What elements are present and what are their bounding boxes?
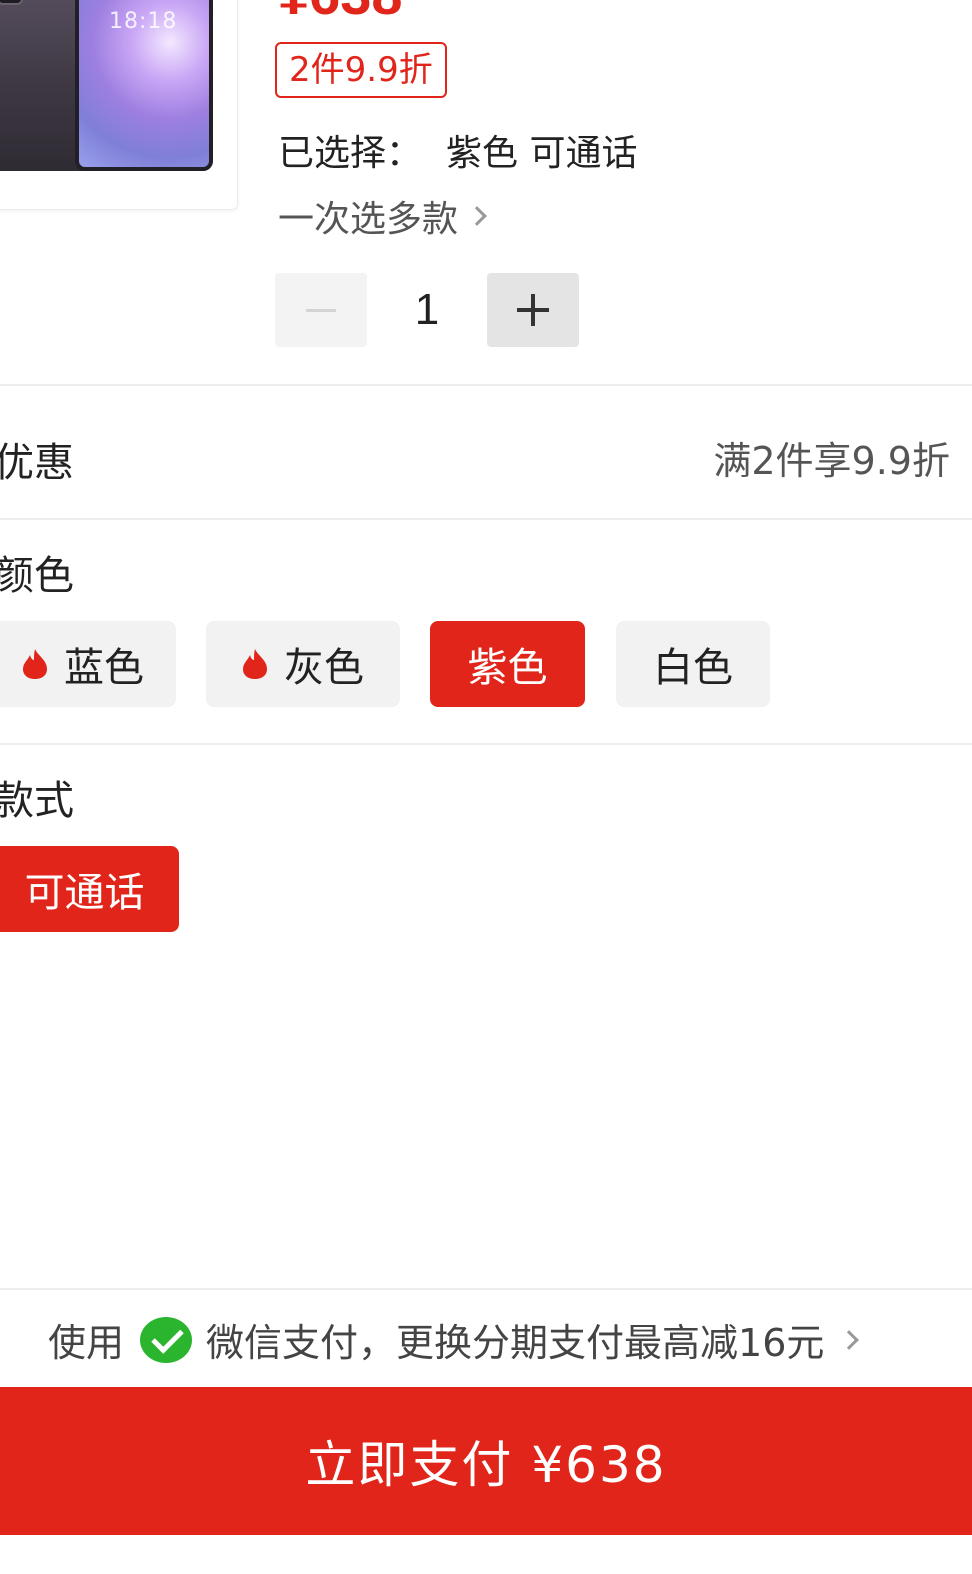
selected-value: 紫色 可通话 [446, 133, 638, 174]
color-option-blue[interactable]: 蓝色 [0, 621, 176, 707]
chevron-right-icon [839, 1329, 860, 1350]
discount-badge: 2件9.9折 [275, 42, 447, 98]
color-option-white[interactable]: 白色 [616, 621, 770, 707]
selected-label: 已选择： [278, 133, 423, 174]
multi-select-link[interactable]: 一次选多款 [278, 190, 487, 242]
divider [0, 384, 972, 386]
divider [0, 518, 972, 520]
promo-value[interactable]: 满2件享9.9折 [713, 430, 950, 485]
hot-fire-icon [23, 649, 47, 679]
payment-method-hint[interactable]: 使用 微信支付，更换分期支付最高减16元 [48, 1312, 860, 1367]
color-option-purple[interactable]: 紫色 [430, 621, 585, 707]
watermark-overlay [720, 1540, 972, 1574]
style-option-callable[interactable]: 可通话 [0, 846, 179, 932]
multi-select-label: 一次选多款 [278, 199, 459, 240]
divider [0, 743, 972, 745]
phone-back-image [0, 0, 75, 171]
color-option-label: 蓝色 [64, 645, 144, 691]
color-option-label: 白色 [653, 645, 733, 691]
selected-summary: 已选择： 紫色 可通话 [278, 124, 637, 176]
phone-screen-time: 18:18 [109, 9, 178, 34]
color-option-gray[interactable]: 灰色 [206, 621, 400, 707]
divider [0, 1288, 972, 1290]
pay-now-button[interactable]: 立即支付 ¥638 [0, 1387, 972, 1535]
payment-hint-text: 微信支付，更换分期支付最高减16元 [206, 1321, 825, 1365]
increase-quantity-button[interactable] [487, 273, 579, 347]
color-option-label: 灰色 [284, 645, 364, 691]
product-price: ¥638 [278, 0, 403, 27]
plus-icon [517, 294, 549, 326]
color-option-label: 紫色 [467, 645, 548, 691]
style-section-title: 款式 [0, 778, 74, 824]
quantity-stepper: 1 [275, 273, 579, 347]
chevron-right-icon [467, 206, 487, 226]
quantity-value[interactable]: 1 [367, 285, 487, 335]
color-section-title: 颜色 [0, 553, 74, 599]
decrease-quantity-button[interactable] [275, 273, 367, 347]
minus-icon [306, 308, 336, 312]
product-image: 18:18 [0, 0, 213, 171]
camera-module [0, 0, 23, 5]
promo-label: 优惠 [0, 440, 74, 486]
hot-fire-icon [243, 649, 267, 679]
product-thumbnail-card[interactable]: 18:18 [0, 0, 238, 210]
wechat-pay-icon [140, 1316, 193, 1363]
style-option-label: 可通话 [24, 870, 145, 916]
payment-hint-prefix: 使用 [48, 1321, 125, 1365]
